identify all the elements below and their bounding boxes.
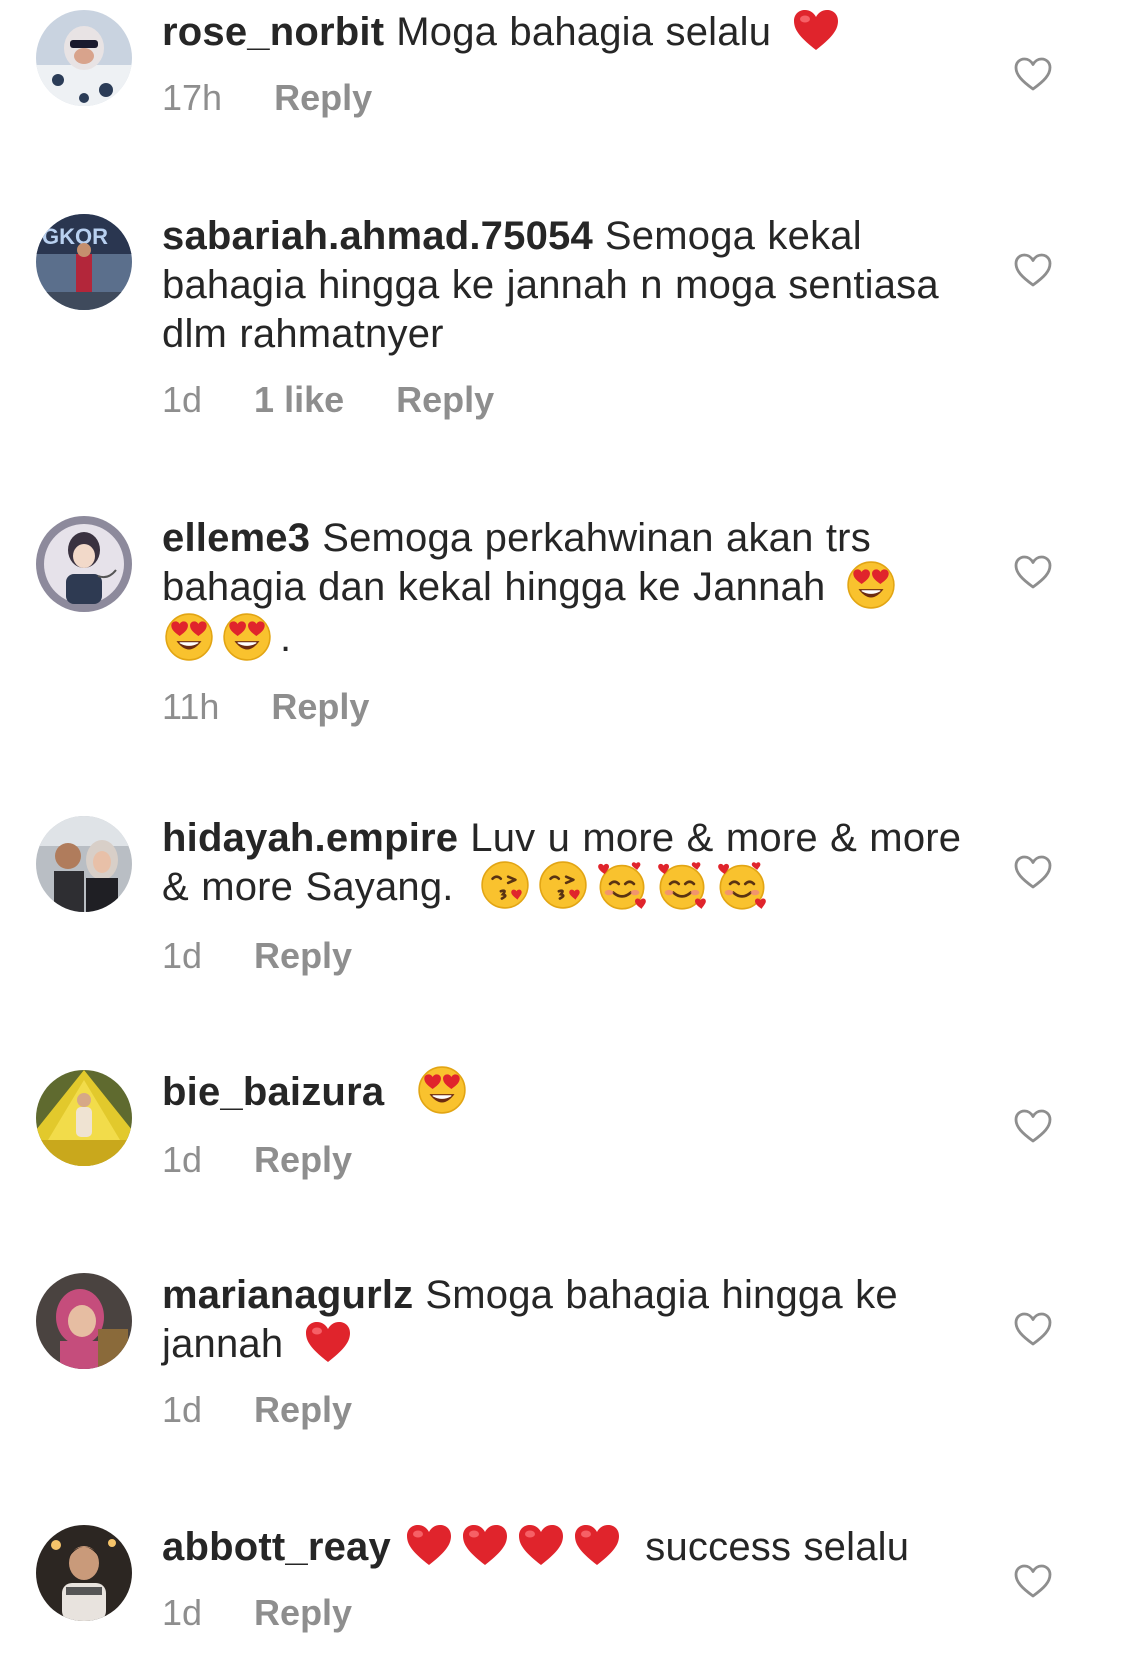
comment-message: Moga bahagia selalu: [396, 10, 772, 54]
comment-meta: 1d Reply: [162, 1139, 962, 1181]
comment-username[interactable]: sabariah.ahmad.75054: [162, 214, 593, 258]
heart-outline-icon[interactable]: [1013, 1108, 1053, 1144]
comment-text: abbott_reay success selalu: [162, 1523, 962, 1572]
smiling-face-with-hearts-emoji: [656, 859, 708, 911]
red-heart-emoji: [461, 1523, 509, 1567]
red-heart-emoji: [517, 1523, 565, 1567]
heart-eyes-emoji: [222, 612, 272, 662]
comment-text: bie_baizura: [162, 1068, 962, 1119]
red-heart-emoji: [573, 1523, 621, 1567]
comment-username[interactable]: bie_baizura: [162, 1070, 384, 1114]
heart-outline-icon[interactable]: [1013, 56, 1053, 92]
comment-time: 17h: [162, 77, 223, 118]
comment-username[interactable]: elleme3: [162, 516, 310, 560]
comment-meta: 1d Reply: [162, 935, 962, 977]
avatar[interactable]: [36, 1525, 132, 1621]
avatar[interactable]: [36, 816, 132, 912]
heart-outline-icon[interactable]: [1013, 1563, 1053, 1599]
reply-button[interactable]: Reply: [254, 1389, 352, 1431]
avatar[interactable]: [36, 1070, 132, 1166]
face-blowing-kiss-emoji: [538, 860, 588, 910]
avatar[interactable]: [36, 10, 132, 106]
comment-time: 1d: [162, 935, 203, 977]
comment-time: 11h: [162, 685, 220, 727]
comment-message-suffix: .: [280, 616, 292, 661]
comment-time: 1d: [162, 1592, 203, 1633]
like-count[interactable]: 1 like: [254, 379, 344, 421]
reply-button[interactable]: Reply: [274, 77, 372, 119]
heart-eyes-emoji: [846, 560, 896, 610]
comment-text: hidayah.empire Luv u more & more & more &…: [162, 814, 962, 915]
avatar[interactable]: GKOR: [36, 214, 132, 310]
heart-outline-icon[interactable]: [1013, 252, 1053, 288]
comment-time: 1d: [162, 1139, 203, 1181]
comment-message: success selalu: [645, 1525, 910, 1569]
heart-outline-icon[interactable]: [1013, 554, 1053, 590]
comment-text: marianagurlz Smoga bahagia hingga ke jann…: [162, 1271, 962, 1369]
svg-text:GKOR: GKOR: [42, 224, 108, 249]
comment-text: sabariah.ahmad.75054 Semoga kekal bahagia…: [162, 212, 962, 359]
heart-outline-icon[interactable]: [1013, 854, 1053, 890]
comment-username[interactable]: hidayah.empire: [162, 816, 458, 860]
smiling-face-with-hearts-emoji: [716, 859, 768, 911]
comment-text: elleme3 Semoga perkahwinan akan trs bahag…: [162, 514, 962, 666]
avatar[interactable]: [36, 1273, 132, 1369]
reply-button[interactable]: Reply: [254, 1592, 352, 1634]
comment-time: 1d: [162, 379, 203, 420]
red-heart-emoji: [304, 1320, 352, 1364]
reply-button[interactable]: Reply: [271, 686, 369, 728]
smiling-face-with-hearts-emoji: [596, 859, 648, 911]
avatar[interactable]: [36, 516, 132, 612]
comment-meta: 1d 1 like Reply: [162, 379, 962, 421]
reply-button[interactable]: Reply: [254, 935, 352, 977]
comment-meta: 17h Reply: [162, 77, 962, 119]
comment-username[interactable]: rose_norbit: [162, 10, 384, 54]
comment-username[interactable]: abbott_reay: [162, 1525, 391, 1569]
red-heart-emoji: [792, 8, 840, 52]
comment-time: 1d: [162, 1389, 203, 1430]
comment-text: rose_norbit Moga bahagia selalu: [162, 8, 962, 57]
heart-eyes-emoji: [164, 612, 214, 662]
face-blowing-kiss-emoji: [480, 860, 530, 910]
heart-outline-icon[interactable]: [1013, 1311, 1053, 1347]
red-heart-emoji: [405, 1523, 453, 1567]
comment-meta: 1d Reply: [162, 1592, 962, 1634]
heart-eyes-emoji: [417, 1065, 467, 1115]
comment-meta: 11h Reply: [162, 686, 962, 728]
comment-username[interactable]: marianagurlz: [162, 1273, 413, 1317]
reply-button[interactable]: Reply: [254, 1139, 352, 1181]
comment-meta: 1d Reply: [162, 1389, 962, 1431]
reply-button[interactable]: Reply: [396, 379, 494, 421]
